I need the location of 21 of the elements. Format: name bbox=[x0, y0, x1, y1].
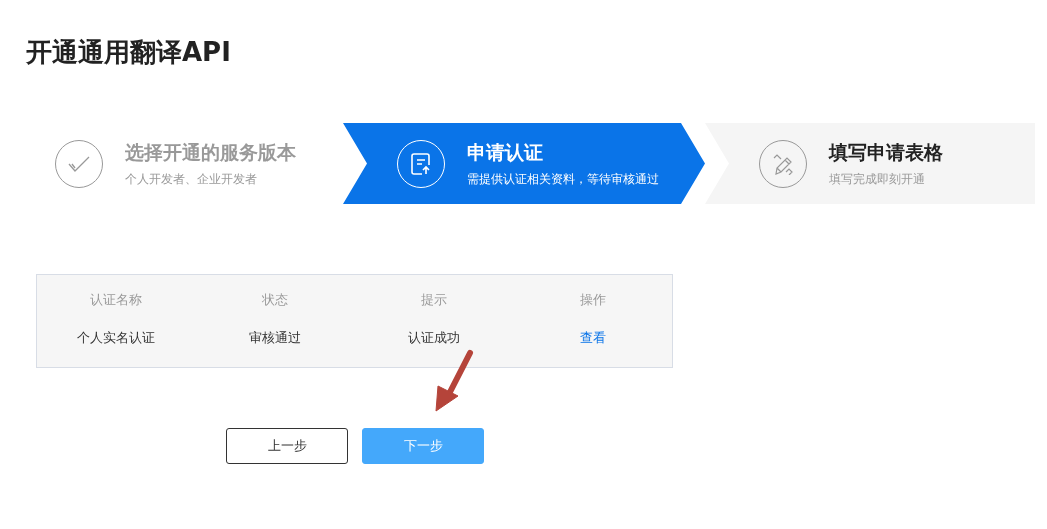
page-title: 开通通用翻译API bbox=[26, 36, 232, 69]
column-header: 提示 bbox=[419, 291, 448, 309]
previous-button[interactable]: 上一步 bbox=[226, 428, 348, 464]
step-title: 申请认证 bbox=[467, 140, 544, 165]
column-header: 认证名称 bbox=[89, 291, 144, 309]
column-header: 状态 bbox=[261, 291, 290, 309]
view-link[interactable]: 查看 bbox=[579, 330, 606, 345]
step-title: 填写申请表格 bbox=[829, 140, 943, 165]
step-subtitle: 填写完成即刻开通 bbox=[829, 171, 926, 188]
check-icon bbox=[68, 154, 90, 173]
step-subtitle: 个人开发者、企业开发者 bbox=[125, 171, 258, 188]
table-cell-text: 认证成功 bbox=[406, 329, 461, 347]
pencil-icon bbox=[772, 152, 794, 175]
next-button[interactable]: 下一步 bbox=[362, 428, 484, 464]
table-cell-text: 审核通过 bbox=[248, 329, 303, 347]
document-icon bbox=[411, 152, 431, 175]
arrow-annotation bbox=[434, 348, 476, 414]
table-cell-text: 个人实名认证 bbox=[76, 329, 157, 347]
step-subtitle: 需提供认证相关资料，等待审核通过 bbox=[467, 171, 659, 188]
column-header: 操作 bbox=[578, 291, 607, 309]
step-title: 选择开通的服务版本 bbox=[125, 140, 296, 165]
